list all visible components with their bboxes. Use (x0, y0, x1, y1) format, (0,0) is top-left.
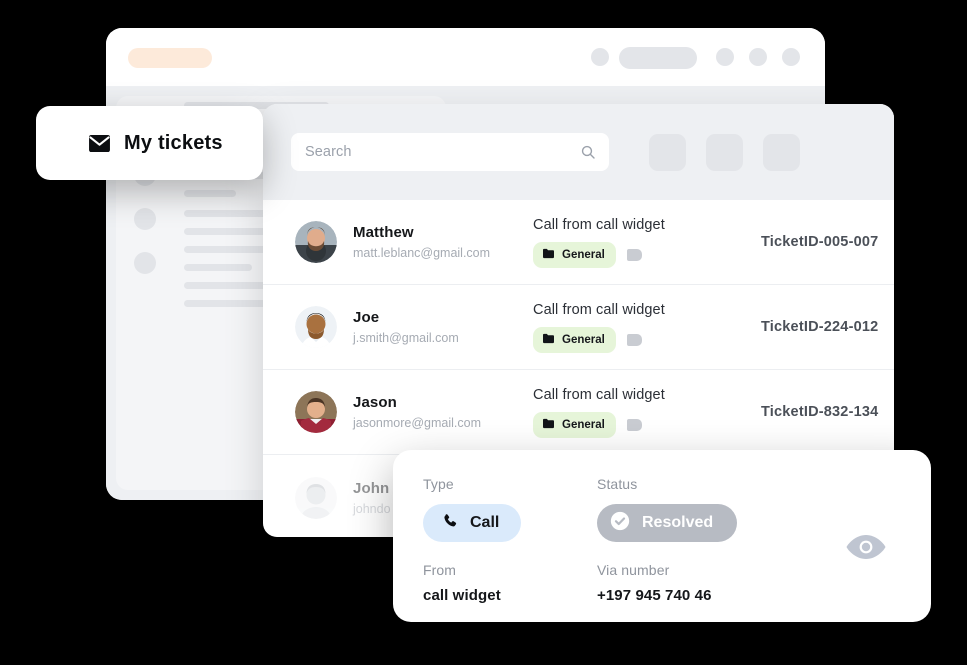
status-value: Resolved (642, 514, 714, 531)
tag-placeholder-icon (626, 333, 642, 346)
subject-cell: Call from call widget General (533, 217, 743, 268)
type-value-pill[interactable]: Call (423, 504, 522, 542)
avatar (295, 306, 337, 348)
status-field: Status Resolved (597, 476, 738, 542)
skeleton-avatar (134, 252, 156, 274)
subject-text: Call from call widget (533, 301, 665, 318)
skeleton-avatar (134, 208, 156, 230)
search-box[interactable]: Search (291, 133, 609, 171)
tag-label: General (562, 418, 605, 431)
browser-tab[interactable] (128, 48, 212, 68)
type-field: Type Call (423, 476, 522, 542)
window-topbar (106, 28, 825, 86)
subject-text: Call from call widget (533, 216, 665, 233)
folder-icon (542, 416, 555, 434)
person-email: jasonmore@gmail.com (353, 416, 482, 430)
screenshot-stage: Search Matthew matt.leblanc@gmail.com Ca… (0, 0, 967, 665)
toolbar-buttons (649, 133, 800, 171)
avatar (295, 476, 337, 519)
person-name: Jason (353, 394, 397, 411)
via-number-label: Via number (597, 562, 670, 578)
skeleton-bar (184, 264, 252, 271)
tag-label: General (562, 248, 605, 261)
table-row[interactable]: Matthew matt.leblanc@gmail.com Call from… (263, 200, 894, 285)
subject-text: Call from call widget (533, 386, 665, 403)
from-label: From (423, 562, 457, 578)
type-label: Type (423, 476, 454, 492)
eye-icon[interactable] (845, 532, 887, 562)
status-value-pill[interactable]: Resolved (597, 504, 738, 542)
ticket-detail-card: Type Call Status Resolved From call widg… (393, 450, 931, 622)
status-label: Status (597, 476, 638, 492)
tag-label: General (562, 333, 605, 346)
tag-line: General (533, 241, 743, 268)
from-value: call widget (423, 587, 501, 604)
person-email: matt.leblanc@gmail.com (353, 246, 491, 260)
phone-icon (441, 512, 459, 535)
toolbar-dot-3[interactable] (749, 48, 767, 66)
my-tickets-card[interactable]: My tickets (36, 106, 263, 180)
folder-icon (542, 331, 555, 349)
table-row[interactable]: Jason jasonmore@gmail.com Call from call… (263, 370, 894, 455)
avatar (295, 221, 337, 263)
envelope-icon (88, 134, 111, 153)
person-name: Joe (353, 309, 380, 326)
ticket-id: TicketID-005-007 (761, 234, 879, 250)
search-placeholder: Search (305, 144, 352, 160)
person-email: j.smith@gmail.com (353, 331, 459, 345)
status-badge[interactable]: General (533, 411, 616, 438)
person-cell: Joe j.smith@gmail.com (353, 309, 533, 345)
table-row[interactable]: Joe j.smith@gmail.com Call from call wid… (263, 285, 894, 370)
check-circle-icon (609, 510, 631, 537)
search-icon[interactable] (580, 144, 596, 160)
tag-placeholder-icon (626, 248, 642, 261)
via-number-value: +197 945 740 46 (597, 587, 712, 604)
via-number-field: Via number +197 945 740 46 (597, 562, 712, 604)
toolbar-dot-1[interactable] (591, 48, 609, 66)
person-name: Matthew (353, 224, 414, 241)
sort-button[interactable] (706, 133, 743, 171)
ticket-id: TicketID-224-012 (761, 319, 879, 335)
more-button[interactable] (763, 133, 800, 171)
toolbar-dot-4[interactable] (782, 48, 800, 66)
subject-cell: Call from call widget General (533, 387, 743, 438)
status-badge[interactable]: General (533, 326, 616, 353)
avatar (295, 391, 337, 433)
skeleton-bar (184, 190, 236, 197)
type-value: Call (470, 514, 500, 531)
toolbar-dot-2[interactable] (716, 48, 734, 66)
tag-line: General (533, 411, 743, 438)
filter-button[interactable] (649, 133, 686, 171)
my-tickets-label: My tickets (124, 131, 223, 154)
tag-placeholder-icon (626, 418, 642, 431)
tickets-toolbar: Search (263, 104, 894, 200)
folder-icon (542, 246, 555, 264)
status-badge[interactable]: General (533, 241, 616, 268)
tag-line: General (533, 326, 743, 353)
toolbar-pill[interactable] (619, 47, 697, 69)
person-cell: Jason jasonmore@gmail.com (353, 394, 533, 430)
ticket-id: TicketID-832-134 (761, 404, 879, 420)
subject-cell: Call from call widget General (533, 302, 743, 353)
person-cell: Matthew matt.leblanc@gmail.com (353, 224, 533, 260)
from-field: From call widget (423, 562, 501, 604)
